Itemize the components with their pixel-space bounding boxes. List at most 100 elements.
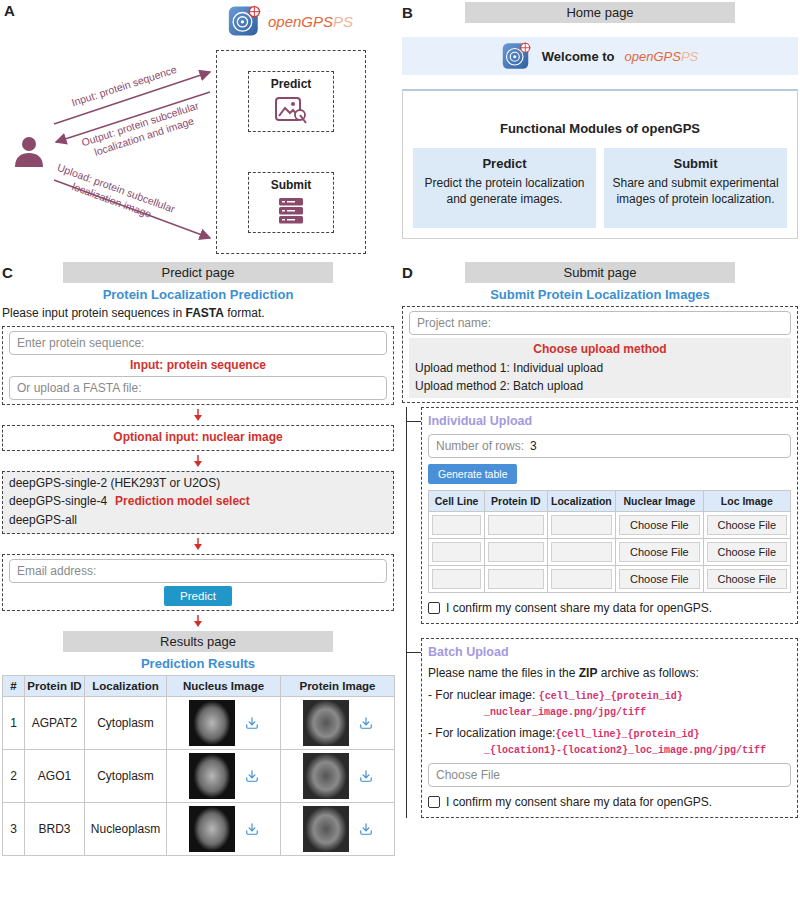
download-icon[interactable] bbox=[359, 716, 373, 730]
module-title: Submit bbox=[271, 178, 312, 192]
section-title: Individual Upload bbox=[428, 414, 791, 428]
checkbox[interactable] bbox=[428, 602, 440, 614]
welcome-text: Welcome to bbox=[542, 49, 615, 64]
row-index: 1 bbox=[3, 696, 25, 749]
module-card[interactable]: PredictPredict the protein localization … bbox=[413, 148, 596, 228]
page-title: Protein Localization Prediction bbox=[2, 287, 394, 302]
page-label: Submit page bbox=[465, 262, 735, 283]
choose-file-button[interactable]: Choose File bbox=[619, 542, 699, 562]
localization-input[interactable] bbox=[551, 542, 613, 562]
submit-block: Email address: Predict bbox=[2, 554, 394, 611]
individual-branch: Individual Upload Number of rows:3 Generat… bbox=[407, 407, 798, 624]
protein-id-cell bbox=[485, 538, 547, 565]
upload-method: Choose upload methodUpload method 1: Ind… bbox=[409, 338, 791, 398]
download-icon[interactable] bbox=[359, 822, 373, 836]
protein-id: AGPAT2 bbox=[25, 696, 85, 749]
table-row: Choose File Choose File bbox=[429, 538, 791, 565]
localization-cell bbox=[547, 565, 616, 592]
model-option[interactable]: deepGPS-single-2 (HEK293T or U2OS) bbox=[9, 476, 387, 492]
column-header: Nuclear Image bbox=[616, 490, 703, 511]
panel-letter: D bbox=[402, 264, 422, 281]
method-option[interactable]: Upload method 1: Individual upload bbox=[415, 360, 785, 376]
step-label: Input: protein sequence bbox=[9, 358, 387, 374]
module-card[interactable]: Predict bbox=[248, 71, 334, 132]
cell-line-input[interactable] bbox=[432, 569, 481, 589]
down-arrow-icon bbox=[193, 455, 203, 467]
module-card[interactable]: SubmitShare and submit experimental imag… bbox=[604, 148, 787, 228]
results-table: #Protein IDLocalizationNucleus ImageProt… bbox=[2, 675, 395, 856]
predict-button[interactable]: Predict bbox=[164, 586, 232, 606]
choose-file-button[interactable]: Choose File bbox=[707, 515, 787, 535]
project-block: Project name: Choose upload methodUpload … bbox=[402, 306, 798, 403]
download-icon[interactable] bbox=[245, 822, 259, 836]
download-icon[interactable] bbox=[245, 769, 259, 783]
flow-arrow bbox=[2, 538, 394, 550]
model-option[interactable]: deepGPS-all bbox=[9, 513, 387, 529]
panel-letter: B bbox=[402, 4, 422, 21]
column-header: Protein Image bbox=[281, 675, 395, 696]
choose-file-button[interactable]: Choose File bbox=[619, 515, 699, 535]
nucleus-image-cell bbox=[167, 802, 281, 855]
choose-file-button[interactable]: Choose File bbox=[707, 569, 787, 589]
individual-upload: Individual Upload Number of rows:3 Generat… bbox=[421, 407, 798, 624]
column-header: Protein ID bbox=[25, 675, 85, 696]
choose-file-button[interactable]: Choose File bbox=[619, 569, 699, 589]
panel-header: CPredict page bbox=[2, 262, 394, 283]
protein-image-cell bbox=[281, 802, 395, 855]
batch-branch: Batch UploadPlease name the files in the… bbox=[407, 638, 798, 818]
protein-id-input[interactable] bbox=[488, 515, 543, 535]
rows-input[interactable]: Number of rows:3 bbox=[428, 434, 791, 458]
checkbox[interactable] bbox=[428, 796, 440, 808]
batch-upload: Batch UploadPlease name the files in the… bbox=[421, 638, 798, 818]
column-header: Localization bbox=[85, 675, 167, 696]
project-name-input[interactable]: Project name: bbox=[409, 311, 791, 335]
logo-text: openGPSPS bbox=[268, 13, 353, 30]
choose-file-button[interactable]: Choose File bbox=[707, 542, 787, 562]
page-title: Submit Protein Localization Images bbox=[402, 287, 798, 302]
localization-input[interactable] bbox=[551, 515, 613, 535]
module-box: Predict Submit bbox=[216, 50, 366, 254]
consent-checkbox[interactable]: I confirm my consent share my data for o… bbox=[428, 599, 791, 615]
method-option[interactable]: Upload method 2: Batch upload bbox=[415, 378, 785, 394]
instruction: Please input protein sequences in FASTA … bbox=[2, 306, 394, 322]
localization: Cytoplasm bbox=[85, 749, 167, 802]
welcome-bar: Welcome to openGPSPS bbox=[402, 37, 798, 75]
localization-input[interactable] bbox=[551, 569, 613, 589]
protein-id-input[interactable] bbox=[488, 569, 543, 589]
down-arrow-icon bbox=[193, 615, 203, 627]
loc-image-cell: Choose File bbox=[703, 511, 790, 538]
protein-id-input[interactable] bbox=[488, 542, 543, 562]
panel-header: BHome page bbox=[402, 2, 798, 23]
card-text: Predict the protein localization and gen… bbox=[421, 176, 588, 207]
results-header: Results page bbox=[2, 631, 394, 652]
nuclear-image-block[interactable]: Optional input: nuclear image bbox=[2, 425, 394, 451]
model-option[interactable]: deepGPS-single-4Prediction model select bbox=[9, 494, 387, 510]
results-title: Prediction Results bbox=[2, 656, 394, 671]
localization: Cytoplasm bbox=[85, 696, 167, 749]
generate-table-button[interactable]: Generate table bbox=[428, 464, 517, 484]
email-input[interactable]: Email address: bbox=[9, 559, 387, 583]
fasta-upload[interactable]: Or upload a FASTA file: bbox=[9, 376, 387, 400]
zip-upload[interactable]: Choose File bbox=[428, 763, 791, 787]
protein-id: AGO1 bbox=[25, 749, 85, 802]
user bbox=[12, 134, 46, 172]
table-header-row: Cell LineProtein IDLocalizationNuclear I… bbox=[429, 490, 791, 511]
module-cards: PredictPredict the protein localization … bbox=[413, 148, 787, 228]
sequence-input[interactable]: Enter protein sequence: bbox=[9, 331, 387, 355]
logo-text: openGPSPS bbox=[625, 49, 699, 64]
module-card[interactable]: Submit bbox=[248, 172, 334, 233]
arrow-label: Upload: protein subcellularlocalization … bbox=[51, 161, 176, 227]
table-row: 1AGPAT2Cytoplasm bbox=[3, 696, 395, 749]
upload-table: Cell LineProtein IDLocalizationNuclear I… bbox=[428, 490, 791, 593]
protein-image bbox=[303, 753, 349, 799]
flow-arrow bbox=[2, 455, 394, 467]
model-select: deepGPS-single-2 (HEK293T or U2OS) deepGP… bbox=[2, 471, 394, 534]
download-icon[interactable] bbox=[245, 716, 259, 730]
column-header: # bbox=[3, 675, 25, 696]
consent-checkbox[interactable]: I confirm my consent share my data for o… bbox=[428, 793, 791, 809]
cell-line-input[interactable] bbox=[432, 515, 481, 535]
download-icon[interactable] bbox=[359, 769, 373, 783]
cell-line-input[interactable] bbox=[432, 542, 481, 562]
nuclear-image-cell: Choose File bbox=[616, 565, 703, 592]
user-icon bbox=[12, 134, 46, 168]
